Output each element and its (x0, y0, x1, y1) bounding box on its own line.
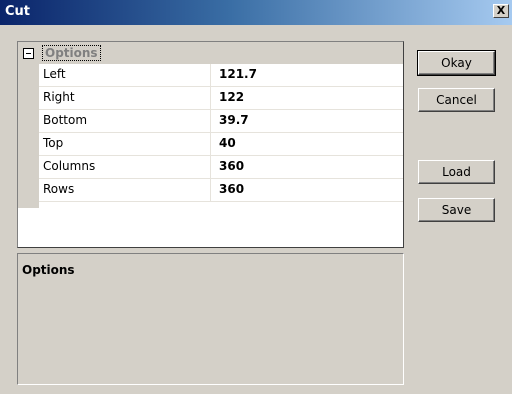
column-divider (210, 110, 211, 132)
category-row-options[interactable]: Options (18, 42, 403, 64)
title-bar[interactable]: Cut X (0, 0, 512, 25)
property-name: Left (43, 67, 66, 81)
collapse-icon[interactable] (23, 48, 34, 59)
property-row-columns[interactable]: Columns 360 (39, 156, 403, 179)
property-row-left[interactable]: Left 121.7 (39, 64, 403, 87)
column-divider (210, 64, 211, 86)
property-value[interactable]: 360 (219, 159, 244, 173)
column-divider (210, 179, 211, 201)
column-divider (210, 133, 211, 155)
load-button[interactable]: Load (418, 160, 495, 184)
property-value[interactable]: 40 (219, 136, 236, 150)
save-button[interactable]: Save (418, 198, 495, 222)
property-name: Right (43, 90, 75, 104)
category-label: Options (42, 45, 101, 61)
property-row-top[interactable]: Top 40 (39, 133, 403, 156)
property-grid[interactable]: Options Left 121.7 Right 122 Bottom 39.7… (17, 41, 404, 248)
grid-gutter (18, 42, 39, 208)
description-title: Options (22, 263, 75, 277)
cancel-button[interactable]: Cancel (418, 88, 495, 112)
property-name: Bottom (43, 113, 88, 127)
property-name: Rows (43, 182, 75, 196)
window-title: Cut (5, 4, 31, 19)
property-row-bottom[interactable]: Bottom 39.7 (39, 110, 403, 133)
okay-button[interactable]: Okay (417, 50, 496, 76)
property-value[interactable]: 121.7 (219, 67, 257, 81)
property-name: Columns (43, 159, 96, 173)
property-row-rows[interactable]: Rows 360 (39, 179, 403, 202)
property-value[interactable]: 360 (219, 182, 244, 196)
column-divider (210, 87, 211, 109)
description-panel: Options (17, 253, 404, 385)
property-row-right[interactable]: Right 122 (39, 87, 403, 110)
property-value[interactable]: 122 (219, 90, 244, 104)
close-icon: X (496, 4, 506, 17)
column-divider (210, 156, 211, 178)
close-button[interactable]: X (493, 4, 509, 18)
property-name: Top (43, 136, 64, 150)
property-value[interactable]: 39.7 (219, 113, 249, 127)
